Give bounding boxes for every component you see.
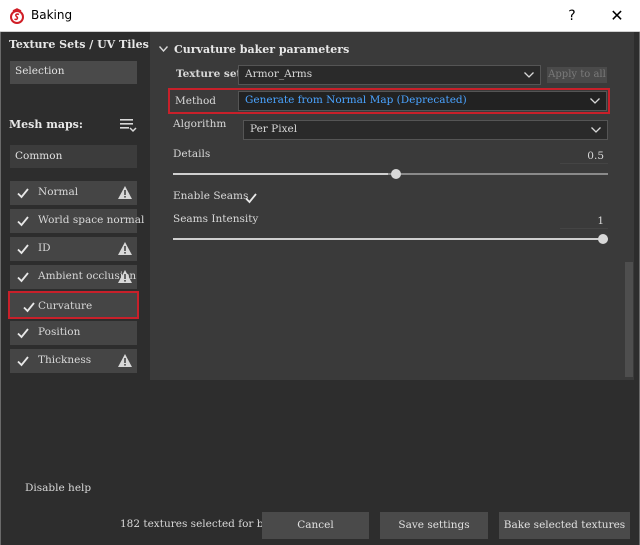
- warning-icon: [118, 242, 132, 255]
- enable-seams-checkbox[interactable]: [244, 191, 258, 205]
- title-bar: Baking ? ✕: [0, 0, 640, 32]
- mesh-map-item[interactable]: Thickness: [10, 349, 137, 373]
- seams-intensity-label: Seams Intensity: [173, 213, 259, 225]
- help-button[interactable]: ?: [552, 0, 592, 32]
- algorithm-value: Per Pixel: [250, 123, 298, 135]
- mesh-map-label: Position: [38, 326, 81, 338]
- checkbox-icon[interactable]: [16, 326, 30, 340]
- mesh-map-item[interactable]: Normal: [10, 181, 137, 205]
- common-item[interactable]: Common: [10, 145, 137, 168]
- details-label: Details: [173, 148, 211, 160]
- algorithm-dropdown[interactable]: Per Pixel: [243, 120, 608, 140]
- scrollbar[interactable]: [625, 262, 633, 377]
- algorithm-label: Algorithm: [173, 118, 227, 130]
- texture-set-value: Armor_Arms: [245, 68, 313, 80]
- mesh-map-item[interactable]: Ambient occlusion: [10, 265, 137, 289]
- mesh-map-label: Curvature: [38, 300, 93, 312]
- chevron-down-icon: [591, 127, 601, 133]
- texture-set-dropdown[interactable]: Armor_Arms: [238, 65, 541, 85]
- selection-field[interactable]: Selection: [10, 61, 137, 84]
- seams-slider-handle[interactable]: [598, 234, 608, 244]
- checkbox-icon[interactable]: [16, 270, 30, 284]
- method-label: Method: [175, 95, 216, 107]
- details-slider-fill: [173, 173, 388, 175]
- method-dropdown[interactable]: Generate from Normal Map (Deprecated): [238, 91, 607, 111]
- texture-sets-title: Texture Sets / UV Tiles: [9, 38, 149, 51]
- warning-icon: [118, 270, 132, 283]
- mesh-map-label: ID: [38, 242, 51, 254]
- bake-selected-button[interactable]: Bake selected textures: [499, 512, 630, 539]
- checkbox-icon[interactable]: [16, 354, 30, 368]
- mesh-map-item[interactable]: Curvature: [8, 291, 139, 319]
- save-settings-button[interactable]: Save settings: [380, 512, 488, 539]
- substance-logo-icon: [10, 8, 24, 24]
- seams-value-underline: [560, 228, 608, 229]
- seams-slider-fill: [173, 238, 603, 240]
- mesh-map-item[interactable]: World space normal: [10, 209, 144, 233]
- warning-icon: [118, 186, 132, 199]
- details-value-underline: [560, 163, 608, 164]
- checkbox-icon[interactable]: [22, 300, 36, 314]
- details-slider-handle[interactable]: [391, 169, 401, 179]
- chevron-down-icon: [524, 72, 534, 78]
- mesh-maps-title: Mesh maps:: [9, 118, 83, 131]
- mesh-map-item[interactable]: Position: [10, 321, 137, 345]
- cancel-button[interactable]: Cancel: [262, 512, 369, 539]
- chevron-down-icon: [590, 98, 600, 104]
- mesh-map-item[interactable]: ID: [10, 237, 137, 261]
- close-button[interactable]: ✕: [597, 0, 637, 32]
- list-options-icon[interactable]: [119, 117, 137, 133]
- checkbox-icon[interactable]: [16, 242, 30, 256]
- mesh-map-label: Thickness: [38, 354, 92, 366]
- texture-set-label: Texture set: [176, 68, 242, 80]
- panel-header: Curvature baker parameters: [174, 43, 350, 56]
- apply-to-all-button[interactable]: Apply to all: [547, 67, 607, 83]
- checkbox-icon[interactable]: [16, 214, 30, 228]
- mesh-map-label: Normal: [38, 186, 79, 198]
- seams-intensity-value[interactable]: 1: [560, 215, 604, 227]
- collapse-chevron-icon[interactable]: [159, 46, 168, 52]
- mesh-map-label: World space normal: [38, 214, 145, 226]
- checkbox-icon[interactable]: [16, 186, 30, 200]
- method-value: Generate from Normal Map (Deprecated): [245, 94, 467, 106]
- warning-icon: [118, 354, 132, 367]
- window-title: Baking: [31, 8, 73, 22]
- enable-seams-label: Enable Seams: [173, 190, 249, 202]
- disable-help-link[interactable]: Disable help: [25, 482, 91, 494]
- details-value[interactable]: 0.5: [560, 150, 604, 162]
